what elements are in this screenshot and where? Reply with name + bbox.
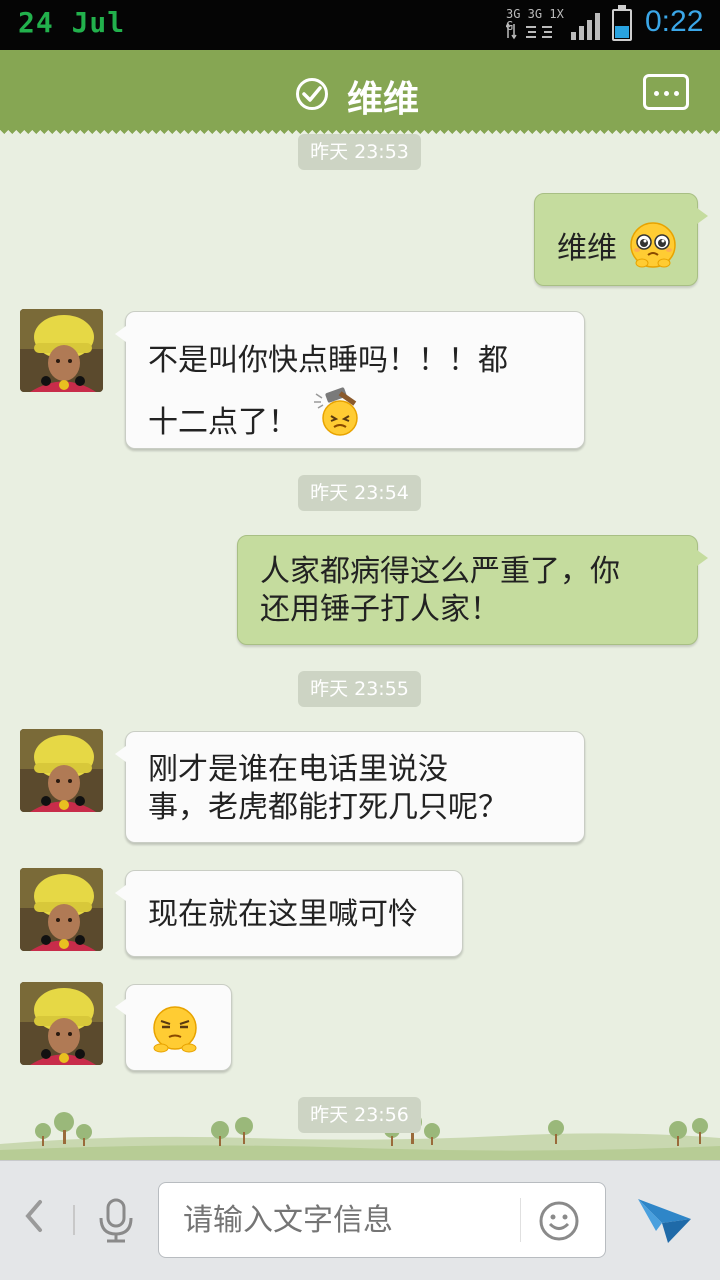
chat-title[interactable]: 维维 (347, 70, 419, 122)
message-bubble-outgoing[interactable]: 维维 (534, 193, 708, 286)
check-circle-icon (296, 78, 328, 110)
network-icon: 3G 3G 1X G (506, 8, 564, 42)
more-dots-icon[interactable] (643, 74, 689, 110)
message-text: 现在就在这里喊可怜 (148, 897, 418, 932)
message-bubble-outgoing[interactable]: 人家都病得这么严重了，你 还用锤子打人家！ (237, 535, 708, 645)
battery-icon (612, 5, 632, 41)
message-text: 人家都病得这么严重了，你 还用锤子打人家！ (260, 554, 620, 627)
signal-icon (570, 10, 602, 40)
status-date: 24 Jul (18, 6, 126, 39)
timestamp: 昨天 23:56 (298, 1097, 421, 1133)
timestamp: 昨天 23:55 (298, 671, 421, 707)
emoji-icon[interactable] (538, 1200, 580, 1246)
timestamp: 昨天 23:53 (298, 134, 421, 170)
status-bar: 24 Jul 3G 3G 1X G 0:22 (0, 0, 720, 50)
timestamp: 昨天 23:54 (298, 475, 421, 511)
divider (520, 1198, 521, 1242)
avatar[interactable] (20, 982, 103, 1065)
microphone-icon[interactable] (96, 1198, 136, 1248)
message-text: 刚才是谁在电话里说没 事，老虎都能打死几只呢？ (148, 752, 508, 825)
message-bubble-incoming[interactable]: 现在就在这里喊可怜 (115, 870, 463, 957)
message-bubble-incoming[interactable]: 刚才是谁在电话里说没 事，老虎都能打死几只呢？ (115, 731, 585, 843)
pleading-face-icon (628, 220, 678, 280)
message-text: 维维 (557, 231, 617, 266)
message-bubble-incoming[interactable] (115, 984, 232, 1071)
smug-face-icon (149, 1004, 201, 1064)
back-chevron-icon[interactable] (22, 1196, 46, 1245)
message-bubble-incoming[interactable]: 不是叫你快点睡吗！！！都 十二点了！ (115, 311, 585, 449)
hammer-hit-face-icon (312, 384, 368, 446)
send-icon[interactable] (636, 1193, 694, 1249)
avatar[interactable] (20, 729, 103, 812)
avatar[interactable] (20, 309, 103, 392)
avatar[interactable] (20, 868, 103, 951)
divider (73, 1205, 75, 1235)
status-time: 0:22 (645, 5, 704, 38)
